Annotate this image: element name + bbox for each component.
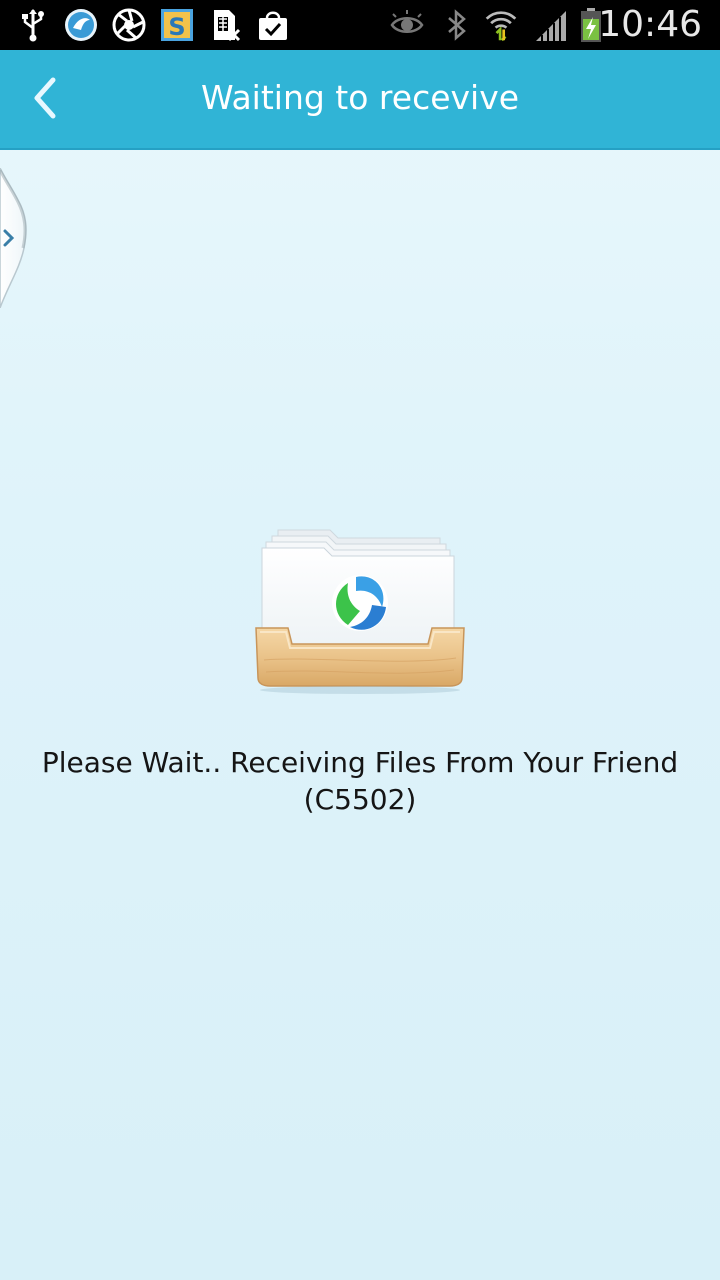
status-bar: S 10:46 [0, 0, 720, 50]
eye-icon [390, 8, 424, 42]
bluetooth-icon [440, 8, 474, 42]
s-app-icon: S [160, 8, 194, 42]
svg-text:S: S [168, 13, 185, 41]
app-bird-icon [64, 8, 98, 42]
status-message: Please Wait.. Receiving Files From Your … [41, 746, 679, 816]
aperture-icon [112, 8, 146, 42]
wifi-icon [484, 8, 518, 42]
screen: S 10:46 Waiting to recevive Please Wait.… [0, 0, 720, 1280]
page-title: Waiting to recevive [200, 78, 520, 117]
folder-tray-icon [250, 520, 470, 695]
usb-icon [16, 8, 50, 42]
status-time: 10:46 [598, 4, 702, 45]
drawer-handle[interactable] [0, 167, 34, 309]
shopping-bag-icon [256, 8, 290, 42]
sim-card-icon [209, 8, 243, 42]
app-bar: Waiting to recevive [0, 50, 720, 150]
signal-icon [534, 8, 568, 42]
chevron-right-icon [2, 228, 16, 252]
